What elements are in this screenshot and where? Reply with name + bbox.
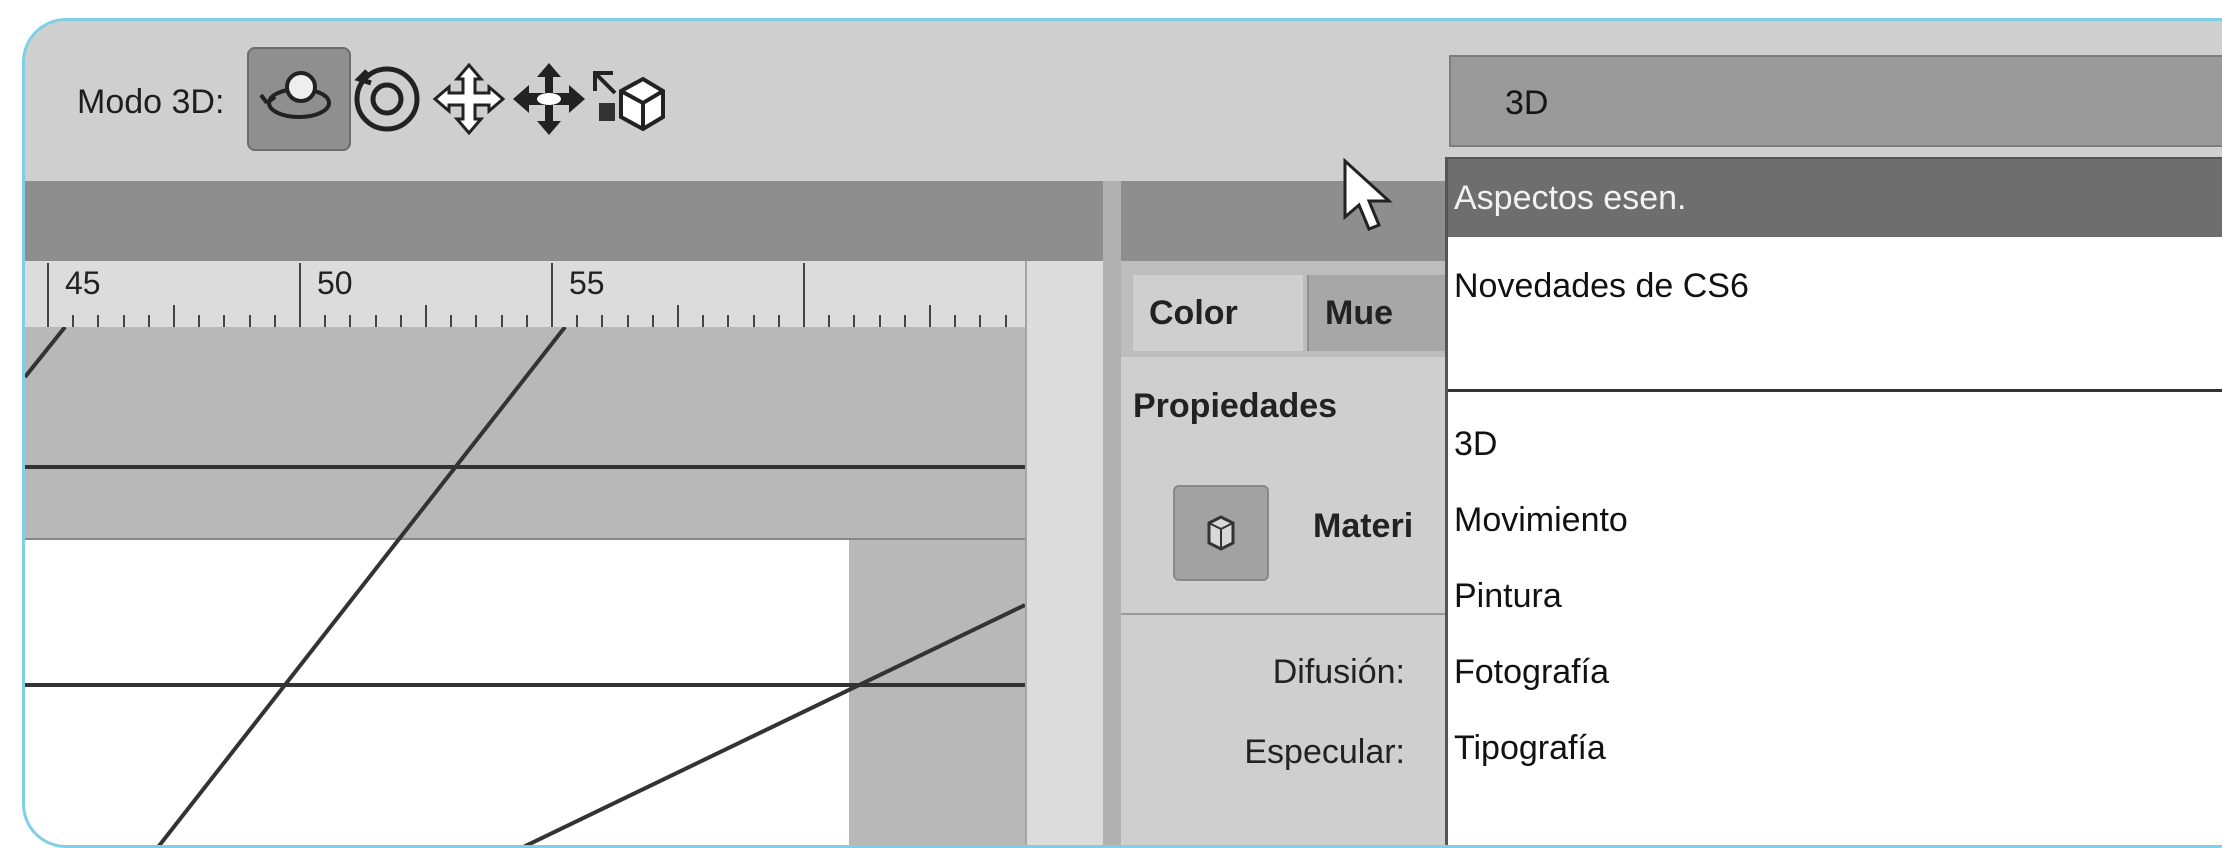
menu-item-3d[interactable]: 3D: [1454, 425, 1497, 464]
workspace-select-value: 3D: [1505, 84, 1549, 122]
horizontal-ruler: 45 50 55: [25, 261, 1025, 329]
ruler-tick: [551, 263, 553, 327]
ruler-tick: [399, 315, 402, 327]
ruler-tick: [979, 315, 982, 327]
ruler-tick: [576, 315, 579, 327]
properties-title: Propiedades: [1133, 387, 1338, 425]
properties-panel: Propiedades Materi Difusión: Especular:: [1121, 357, 1461, 845]
scale-3d-icon: [593, 71, 665, 132]
ruler-tick: [122, 315, 125, 327]
canvas-drawing: [25, 327, 1025, 845]
scale-3d-button[interactable]: [575, 47, 679, 151]
ruler-tick: [147, 315, 150, 327]
menu-item-movimiento[interactable]: Movimiento: [1454, 501, 1628, 540]
ruler-tick: [273, 315, 276, 327]
ruler-tick: [248, 315, 251, 327]
menu-item-fotografia[interactable]: Fotografía: [1454, 653, 1609, 692]
ruler-tick: [903, 315, 906, 327]
ruler-tick: [425, 305, 427, 327]
material-label: Materi: [1313, 507, 1414, 545]
ruler-tick: [173, 305, 175, 327]
workspace-dropdown-menu: Aspectos esen. Novedades de CS6 3D Movim…: [1445, 157, 2222, 845]
ruler-tick: [349, 315, 352, 327]
workspace-select[interactable]: 3D ▲▼: [1449, 55, 2222, 147]
panel-gutter: [1103, 181, 1121, 845]
ruler-tick: [97, 315, 100, 327]
ruler-tick: [853, 315, 856, 327]
menu-item-tipografia[interactable]: Tipografía: [1454, 729, 1606, 768]
mode-3d-label: Modo 3D:: [77, 83, 225, 121]
ruler-tick: [929, 305, 931, 327]
tab-color[interactable]: Color: [1133, 275, 1303, 351]
ruler-tick: [500, 315, 503, 327]
ruler-tick: [702, 315, 705, 327]
specular-label: Especular:: [1244, 733, 1405, 771]
ruler-tick: [677, 305, 679, 327]
ruler-tick: [374, 315, 377, 327]
ruler-tick: [324, 315, 327, 327]
ruler-tick: [727, 315, 730, 327]
ruler-tick: [72, 315, 75, 327]
panel-tabs: Color Mue: [1121, 261, 1487, 359]
ruler-tick: [651, 315, 654, 327]
ruler-label: 55: [569, 265, 605, 301]
ruler-tick: [198, 315, 201, 327]
ruler-tick: [878, 315, 881, 327]
mouse-cursor-icon: [1343, 157, 1393, 231]
ruler-tick: [47, 263, 49, 327]
material-icon[interactable]: [1173, 485, 1269, 581]
app-window: Modo 3D: 3D 45 50 55 Color Mue Propiedad…: [22, 18, 2222, 848]
document-tab-bar: [25, 181, 1103, 261]
document-canvas[interactable]: [25, 327, 1025, 845]
ruler-tick: [777, 315, 780, 327]
material-sphere-icon: [1207, 515, 1235, 551]
ruler-tick: [299, 263, 301, 327]
menu-item-pintura[interactable]: Pintura: [1454, 577, 1562, 616]
ruler-tick: [954, 315, 957, 327]
ruler-tick: [752, 315, 755, 327]
menu-item-novedades-cs6[interactable]: Novedades de CS6: [1454, 267, 1749, 306]
ruler-tick: [803, 263, 805, 327]
menu-item-aspectos-esenciales[interactable]: Aspectos esen.: [1448, 159, 2222, 237]
ruler-tick: [450, 315, 453, 327]
diffuse-label: Difusión:: [1272, 653, 1405, 691]
orbit-3d-icon: [259, 71, 331, 119]
ruler-tick: [223, 315, 226, 327]
ruler-tick: [1004, 315, 1007, 327]
ruler-tick: [525, 315, 528, 327]
menu-separator: [1448, 389, 2222, 392]
ruler-label: 50: [317, 265, 353, 301]
panel-header-bar: [1121, 181, 1461, 261]
vertical-scrollbar[interactable]: [1025, 261, 1105, 845]
ruler-tick: [626, 315, 629, 327]
ruler-label: 45: [65, 265, 101, 301]
ruler-tick: [828, 315, 831, 327]
panel-divider: [1121, 613, 1461, 615]
ruler-tick: [475, 315, 478, 327]
ruler-tick: [601, 315, 604, 327]
